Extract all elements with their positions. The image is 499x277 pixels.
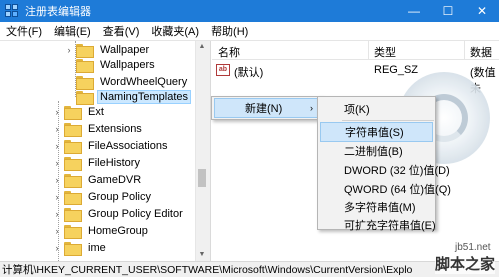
scrollbar-thumb[interactable] <box>198 169 206 187</box>
chevron-right-icon[interactable]: › <box>52 192 62 202</box>
tree-item-label: FileAssociations <box>88 140 168 152</box>
tree-item-label: ime <box>88 242 106 254</box>
tree-item-label: Wallpapers <box>100 59 155 71</box>
menu-item-label: 可扩充字符串值(E) <box>344 220 436 232</box>
tree-item-label: NamingTemplates <box>97 90 192 104</box>
folder-icon <box>64 191 82 205</box>
value-name: (默认) <box>234 67 264 79</box>
tree-item-label: WordWheelQuery <box>100 76 188 88</box>
folder-icon <box>76 59 94 73</box>
folder-icon <box>76 44 94 58</box>
folder-icon <box>64 157 82 171</box>
folder-icon <box>76 76 94 90</box>
string-value-icon: ab <box>216 64 230 76</box>
tree-item-label: Extensions <box>88 123 142 135</box>
folder-icon <box>64 140 82 154</box>
folder-icon <box>64 123 82 137</box>
new-submenu: 项(K) 字符串值(S) 二进制值(B) DWORD (32 位)值(D) QW… <box>317 96 451 232</box>
tree-scrollbar[interactable]: ▲ ▼ <box>195 41 207 261</box>
value-type: REG_SZ <box>374 64 419 76</box>
close-button[interactable]: ✕ <box>465 0 499 22</box>
column-header: 名称 类型 数据 <box>212 41 499 60</box>
tree-item-extensions[interactable]: › Extensions <box>52 120 145 138</box>
menu-view[interactable]: 查看(V) <box>97 23 146 39</box>
column-data[interactable]: 数据 <box>470 44 492 60</box>
tree-item-label: HomeGroup <box>88 225 148 237</box>
menu-item-label: 字符串值(S) <box>345 127 404 139</box>
menu-item-label: QWORD (64 位)值(Q) <box>344 184 451 196</box>
window-title: 注册表编辑器 <box>25 6 91 18</box>
registry-path: 计算机\HKEY_CURRENT_USER\SOFTWARE\Microsoft… <box>2 264 413 276</box>
folder-icon <box>64 225 82 239</box>
pane-splitter[interactable] <box>207 41 211 261</box>
column-divider[interactable] <box>368 41 369 60</box>
context-menu: 新建(N) › <box>211 96 323 120</box>
tree-item-label: GameDVR <box>88 174 142 186</box>
tree-item-label: Group Policy <box>88 191 151 203</box>
chevron-right-icon[interactable]: › <box>64 45 74 55</box>
tree-item-label: Group Policy Editor <box>88 208 183 220</box>
registry-editor-icon <box>5 4 19 18</box>
tree-item-group-policy-editor[interactable]: › Group Policy Editor <box>52 205 186 223</box>
menu-item-label: 新建(N) <box>245 103 283 115</box>
submenu-arrow-icon: › <box>310 103 313 113</box>
folder-icon <box>64 242 82 256</box>
folder-icon <box>76 91 94 105</box>
menu-item-label: DWORD (32 位)值(D) <box>344 165 450 177</box>
column-name[interactable]: 名称 <box>218 44 240 60</box>
menu-item-string-value[interactable]: 字符串值(S) <box>320 122 433 142</box>
folder-icon <box>64 208 82 222</box>
menu-item-multi-string-value[interactable]: 多字符串值(M) <box>320 197 433 217</box>
menu-item-binary-value[interactable]: 二进制值(B) <box>320 141 433 161</box>
tree-item-group-policy[interactable]: › Group Policy <box>52 188 154 206</box>
tree-item-ext[interactable]: › Ext <box>52 103 107 121</box>
menu-item-label: 二进制值(B) <box>344 146 403 158</box>
menu-item-label: 多字符串值(M) <box>344 202 416 214</box>
chevron-right-icon[interactable]: › <box>52 175 62 185</box>
menu-favorites[interactable]: 收藏夹(A) <box>145 23 205 39</box>
chevron-right-icon[interactable]: › <box>52 141 62 151</box>
menu-help[interactable]: 帮助(H) <box>205 23 254 39</box>
registry-tree[interactable]: › Wallpaper Wallpapers WordWheelQuery Na… <box>0 41 195 261</box>
menu-separator <box>342 120 434 121</box>
chevron-right-icon[interactable]: › <box>52 107 62 117</box>
watermark-url: jb51.net <box>455 242 491 253</box>
column-type[interactable]: 类型 <box>374 44 396 60</box>
tree-item-label: Wallpaper <box>100 44 150 56</box>
folder-icon <box>64 106 82 120</box>
tree-item-fileassociations[interactable]: › FileAssociations <box>52 137 170 155</box>
menu-item-new[interactable]: 新建(N) › <box>214 98 320 118</box>
chevron-right-icon[interactable]: › <box>52 158 62 168</box>
chevron-right-icon[interactable]: › <box>52 226 62 236</box>
menu-file[interactable]: 文件(F) <box>0 23 48 39</box>
tree-item-wallpapers[interactable]: Wallpapers <box>76 56 158 74</box>
menu-item-qword-value[interactable]: QWORD (64 位)值(Q) <box>320 179 451 199</box>
maximize-button[interactable]: ☐ <box>431 0 465 22</box>
menu-bar: 文件(F) 编辑(E) 查看(V) 收藏夹(A) 帮助(H) <box>0 22 499 41</box>
menu-item-label: 项(K) <box>344 104 370 116</box>
tree-item-ime[interactable]: › ime <box>52 239 109 257</box>
chevron-right-icon[interactable]: › <box>52 209 62 219</box>
menu-edit[interactable]: 编辑(E) <box>48 23 97 39</box>
menu-item-expandable-string-value[interactable]: 可扩充字符串值(E) <box>320 215 436 235</box>
title-bar: 注册表编辑器 — ☐ ✕ <box>0 0 499 22</box>
menu-item-key[interactable]: 项(K) <box>320 99 433 119</box>
column-divider[interactable] <box>464 41 465 60</box>
tree-item-label: FileHistory <box>88 157 140 169</box>
tree-item-label: Ext <box>88 106 104 118</box>
chevron-right-icon[interactable]: › <box>52 243 62 253</box>
tree-item-homegroup[interactable]: › HomeGroup <box>52 222 151 240</box>
tree-item-filehistory[interactable]: › FileHistory <box>52 154 143 172</box>
tree-item-gamedvr[interactable]: › GameDVR <box>52 171 144 189</box>
folder-icon <box>64 174 82 188</box>
menu-item-dword-value[interactable]: DWORD (32 位)值(D) <box>320 160 450 180</box>
minimize-button[interactable]: — <box>397 0 431 22</box>
status-bar: 计算机\HKEY_CURRENT_USER\SOFTWARE\Microsoft… <box>0 261 499 277</box>
watermark-brand: 脚本之家 <box>435 253 496 274</box>
chevron-right-icon[interactable]: › <box>52 124 62 134</box>
